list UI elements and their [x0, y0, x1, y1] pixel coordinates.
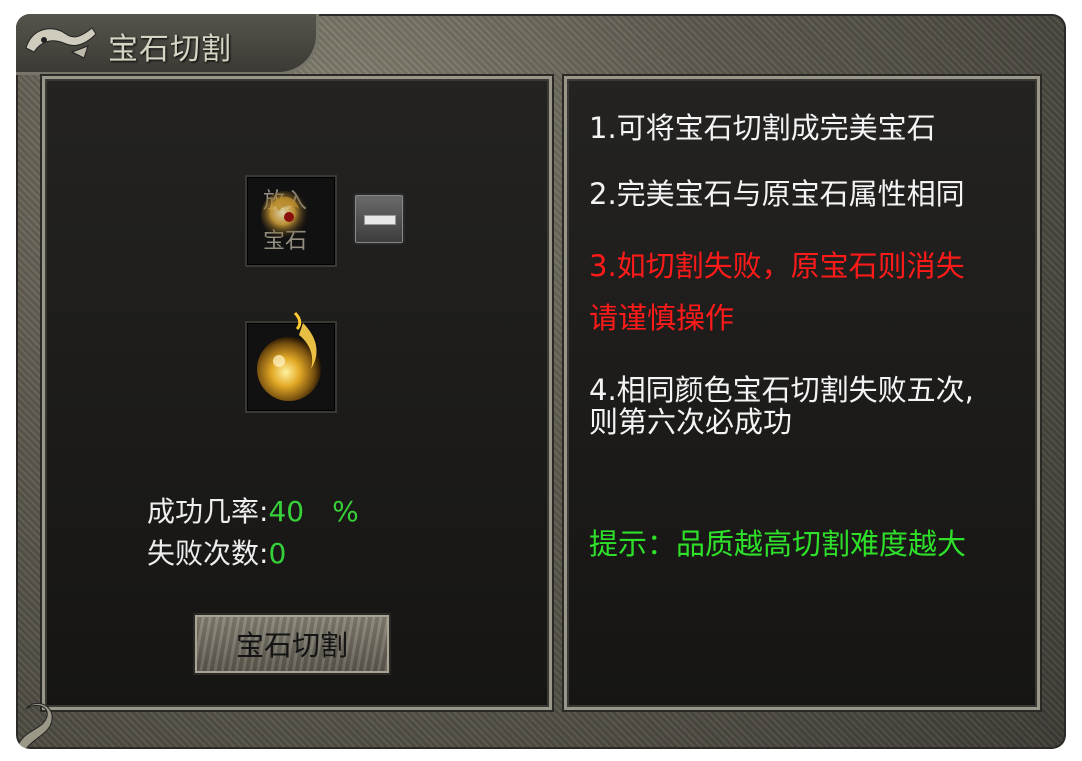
gem-cutting-window: 宝石切割 放入 宝石 — [16, 14, 1066, 749]
gem-output-slot[interactable] — [245, 311, 337, 413]
success-rate-label: 成功几率: — [147, 495, 269, 528]
gem-input-slot[interactable]: 放入 宝石 — [245, 175, 337, 267]
perfect-gem-icon — [257, 311, 321, 401]
dragon-ornament-icon — [25, 27, 97, 59]
success-rate-value: 40 — [268, 495, 305, 528]
corner-ornament-icon — [16, 702, 53, 749]
success-rate-unit: % — [332, 495, 359, 528]
fail-count-row: 失败次数:0 — [147, 533, 359, 575]
window-title: 宝石切割 — [108, 32, 232, 67]
title-bar: 宝石切割 — [16, 14, 319, 75]
fail-count-label: 失败次数: — [147, 537, 269, 570]
info-line-2: 2.完美宝石与原宝石属性相同 — [589, 177, 965, 211]
fail-count-value: 0 — [268, 537, 287, 570]
info-line-4b: 则第六次必成功 — [589, 405, 793, 439]
info-line-1: 1.可将宝石切割成完美宝石 — [589, 111, 936, 145]
left-panel: 放入 宝石 — [42, 76, 552, 710]
success-rate-row: 成功几率:40% — [147, 491, 359, 533]
gem-placeholder-icon — [261, 191, 309, 239]
remove-gem-button[interactable] — [353, 193, 405, 245]
stats-block: 成功几率:40% 失败次数:0 — [147, 491, 359, 575]
hint-line: 提示：品质越高切割难度越大 — [589, 527, 967, 561]
info-line-3b: 请谨慎操作 — [589, 301, 735, 335]
info-line-3: 3.如切割失败，原宝石则消失 — [589, 249, 965, 283]
cut-gem-button[interactable]: 宝石切割 — [193, 613, 391, 675]
right-panel: 1.可将宝石切割成完美宝石 2.完美宝石与原宝石属性相同 3.如切割失败，原宝石… — [564, 76, 1040, 710]
